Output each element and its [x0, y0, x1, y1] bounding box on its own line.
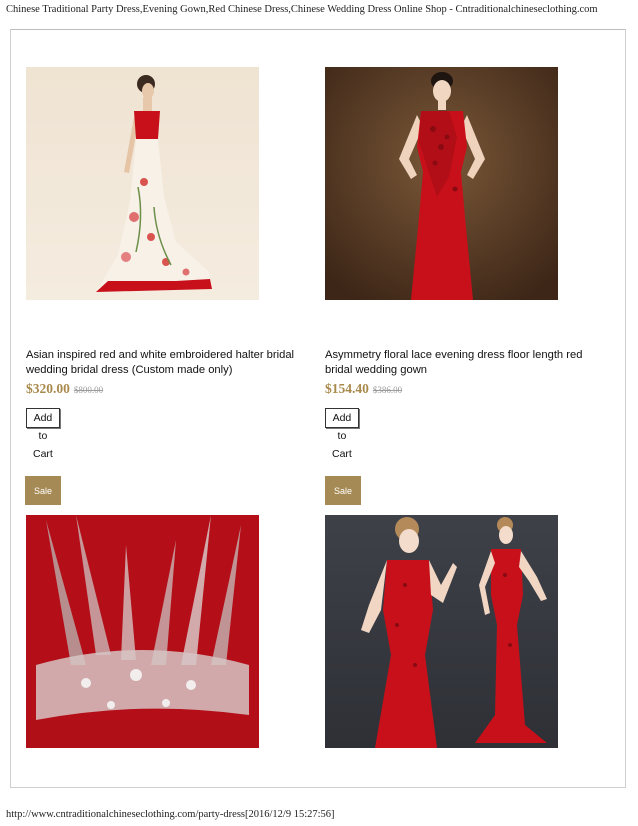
print-footer: http://www.cntraditionalchineseclothing.… — [6, 809, 335, 820]
current-price: $154.40 — [325, 381, 369, 396]
red-lace-mermaid-dress-photo — [325, 515, 558, 748]
product-image-red-lace-mermaid-dress[interactable] — [325, 515, 558, 748]
old-price: $386.00 — [372, 385, 403, 395]
add-to-cart-button[interactable]: Add to Cart — [26, 408, 60, 460]
red-beaded-bodice-photo — [26, 515, 259, 748]
product-image-white-embroidered-gown[interactable] — [26, 67, 259, 300]
red-lace-evening-dress-photo — [325, 67, 558, 300]
white-embroidered-gown-photo — [26, 67, 259, 300]
current-price: $320.00 — [26, 381, 70, 396]
product-image-red-beaded-bodice[interactable] — [26, 515, 259, 748]
old-price: $800.00 — [73, 385, 104, 395]
print-header: Chinese Traditional Party Dress,Evening … — [6, 4, 598, 15]
sale-badge: Sale — [25, 476, 61, 505]
add-to-cart-button[interactable]: Add to Cart — [325, 408, 359, 460]
sale-badge: Sale — [325, 476, 361, 505]
product-title[interactable]: Asymmetry floral lace evening dress floo… — [325, 348, 605, 378]
product-title[interactable]: Asian inspired red and white embroidered… — [26, 348, 306, 378]
product-price: $320.00 $800.00 — [26, 381, 103, 397]
product-price: $154.40 $386.00 — [325, 381, 402, 397]
product-image-red-lace-evening-dress[interactable] — [325, 67, 558, 300]
